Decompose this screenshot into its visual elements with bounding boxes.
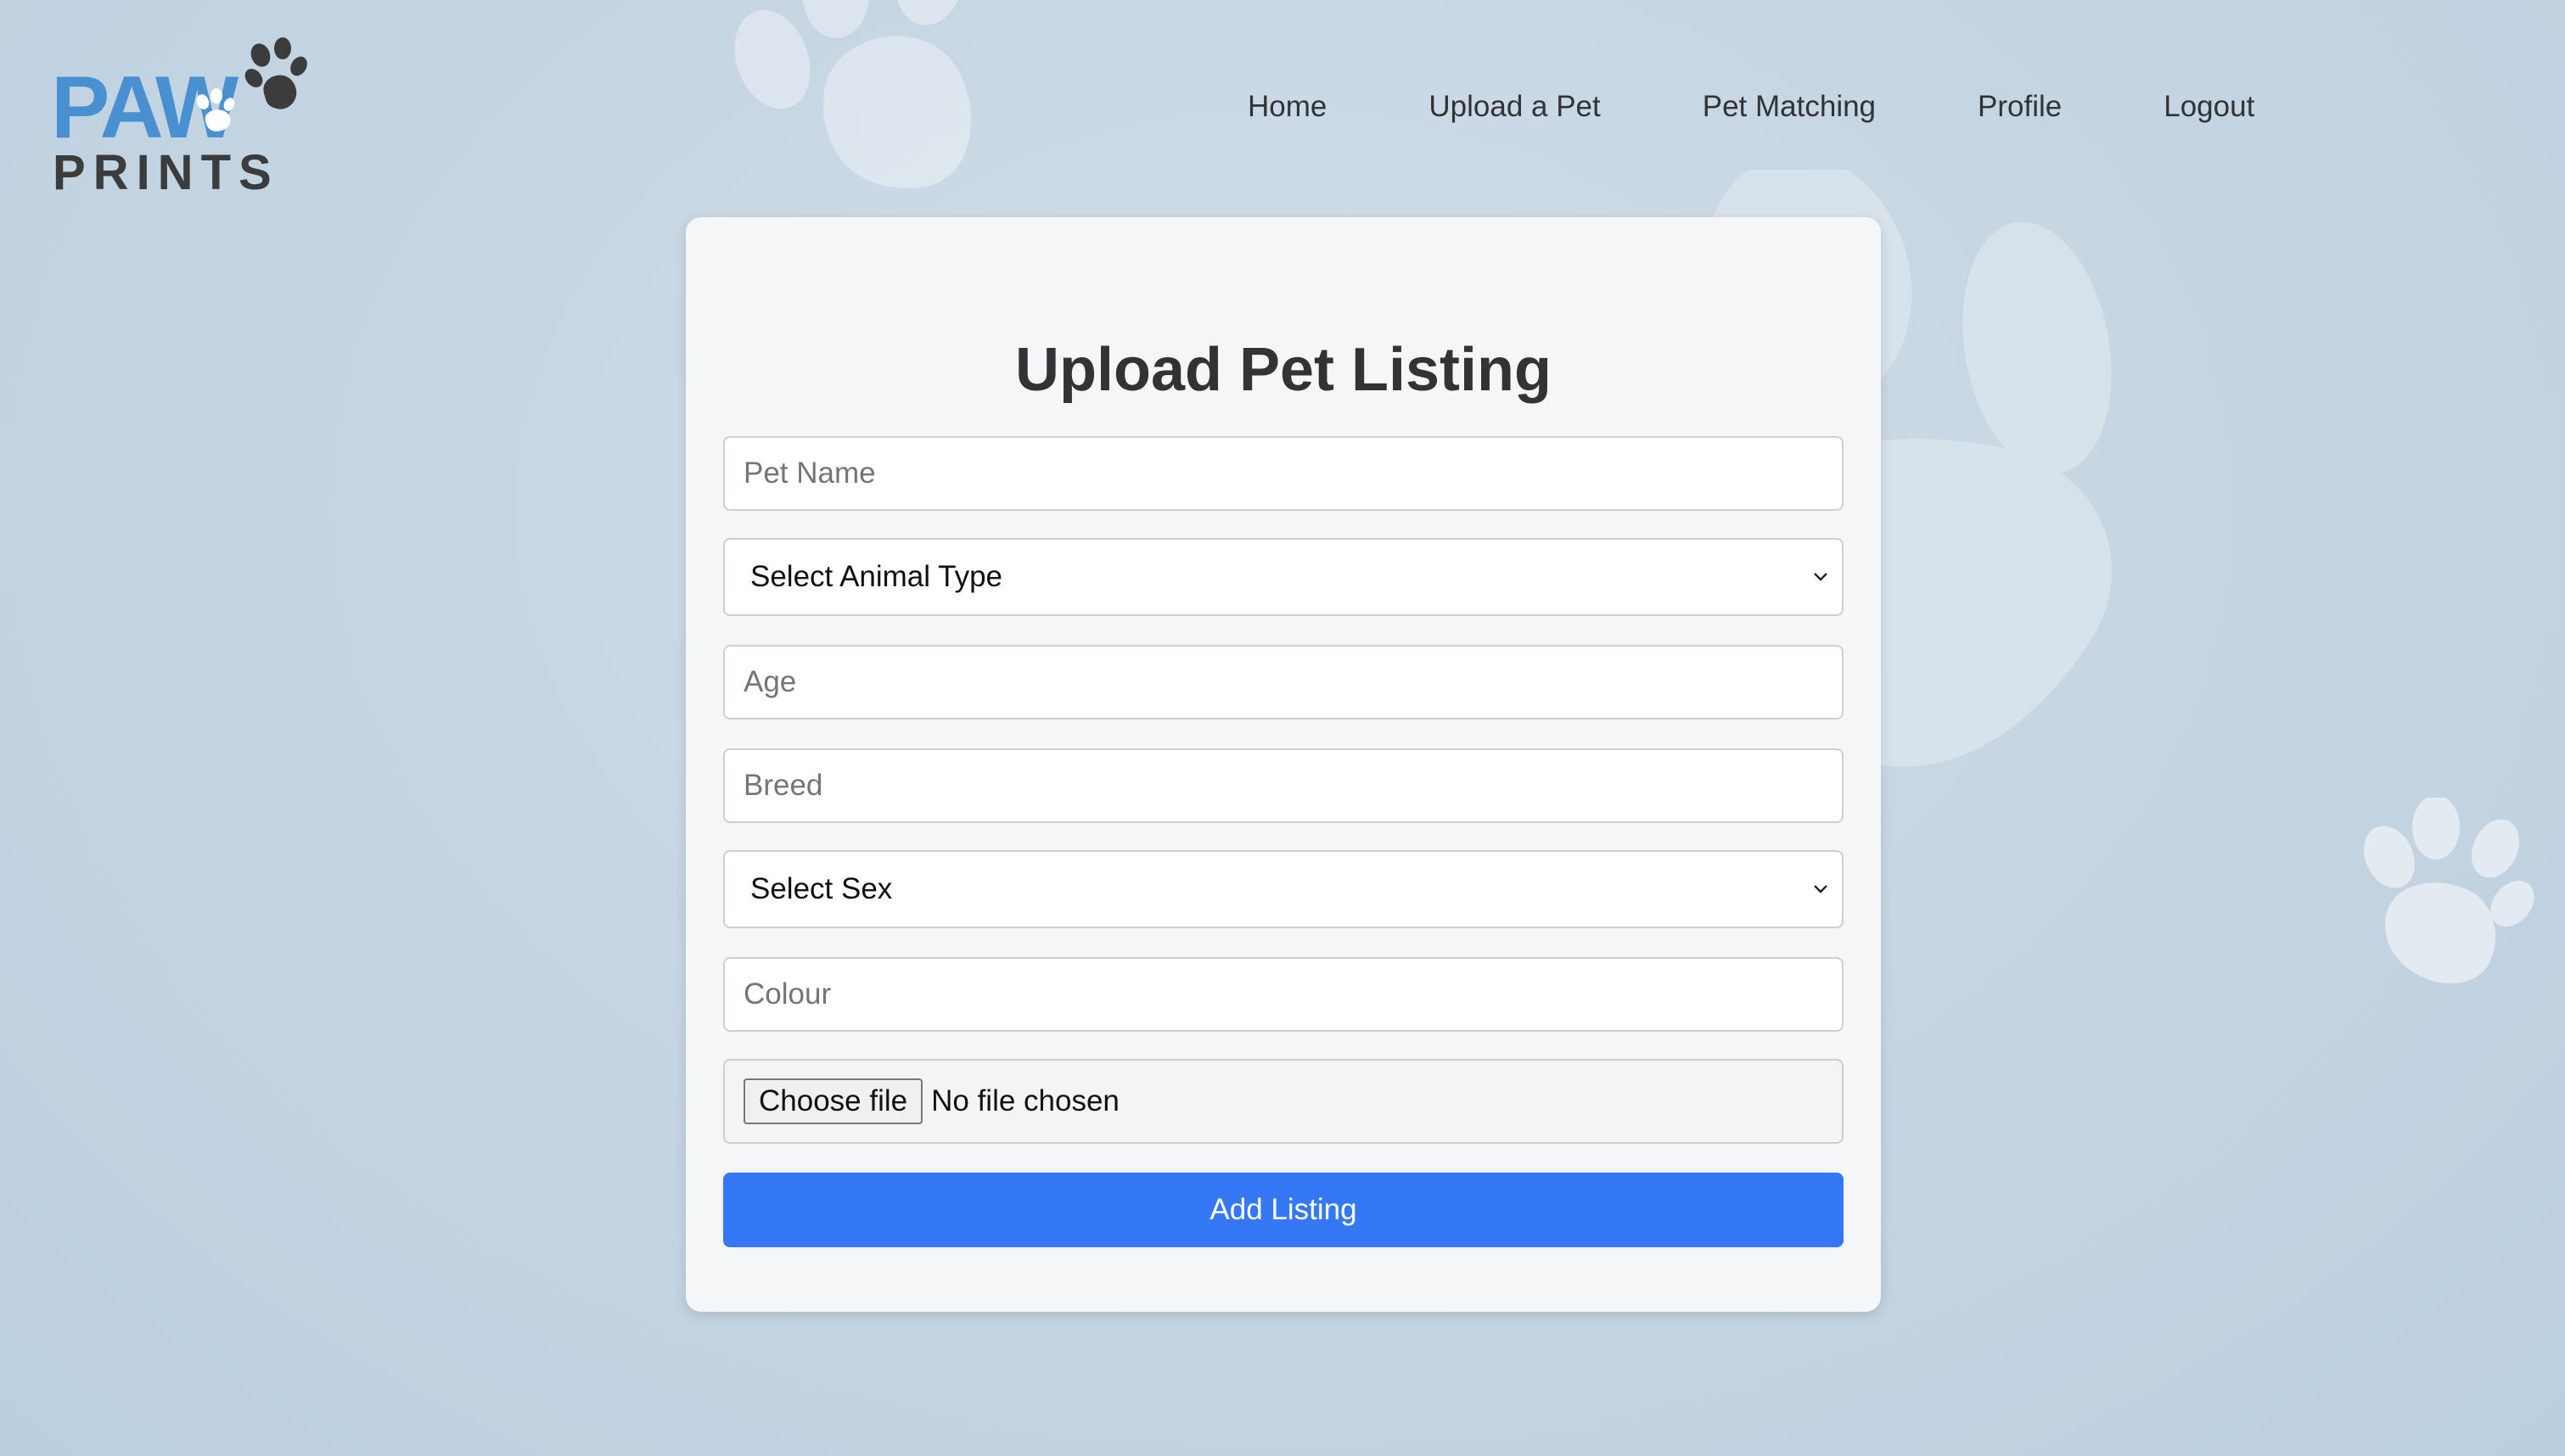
chevron-down-icon — [1810, 566, 1832, 588]
paw-print-icon — [244, 37, 307, 109]
nav-upload-pet-link[interactable]: Upload a Pet — [1428, 85, 1600, 129]
upload-listing-card: Upload Pet Listing Select Animal Type Se… — [686, 217, 1881, 1312]
age-input[interactable] — [723, 645, 1844, 720]
choose-file-button[interactable]: Choose file — [744, 1078, 923, 1124]
background-paw-icon — [734, 0, 971, 188]
sex-select[interactable]: Select Sex — [723, 850, 1844, 928]
svg-text:PAW: PAW — [51, 59, 239, 157]
background-paw-icon — [2363, 798, 2534, 983]
paw-prints-logo[interactable]: PAW PRINTS — [48, 34, 319, 195]
animal-type-selected-label: Select Animal Type — [750, 560, 1003, 593]
svg-text:PRINTS: PRINTS — [53, 145, 279, 195]
sex-selected-label: Select Sex — [750, 872, 893, 905]
nav-logout-link[interactable]: Logout — [2164, 85, 2254, 129]
nav-profile-link[interactable]: Profile — [1978, 85, 2062, 129]
breed-input[interactable] — [723, 748, 1844, 823]
main-nav: Home Upload a Pet Pet Matching Profile L… — [1248, 85, 2254, 129]
animal-type-select[interactable]: Select Animal Type — [723, 538, 1844, 616]
nav-home-link[interactable]: Home — [1248, 85, 1327, 129]
add-listing-button[interactable]: Add Listing — [723, 1173, 1844, 1247]
nav-pet-matching-link[interactable]: Pet Matching — [1703, 85, 1876, 129]
page-title: Upload Pet Listing — [1014, 336, 1552, 404]
colour-input[interactable] — [723, 957, 1844, 1032]
file-status-text: No file chosen — [931, 1084, 1120, 1117]
pet-name-input[interactable] — [723, 436, 1844, 511]
photo-file-input: Choose file No file chosen — [723, 1059, 1844, 1144]
chevron-down-icon — [1810, 878, 1832, 900]
